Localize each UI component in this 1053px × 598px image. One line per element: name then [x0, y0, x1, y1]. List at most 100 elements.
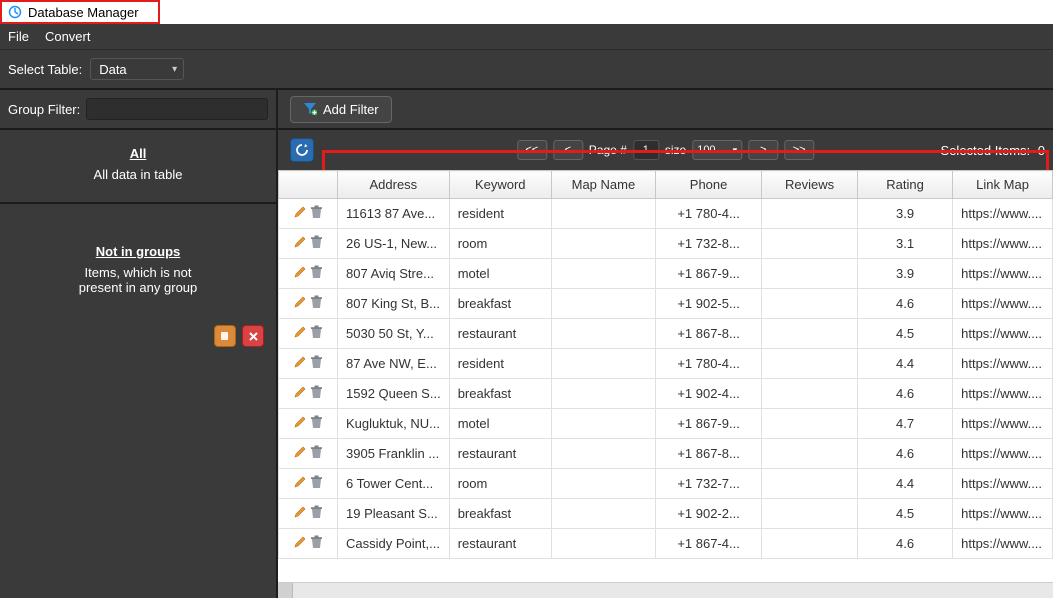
- edit-icon[interactable]: [293, 265, 307, 282]
- table-row[interactable]: 6 Tower Cent...room+1 732-7...4.4https:/…: [279, 469, 1053, 499]
- cell-reviews: [762, 319, 858, 349]
- cell-mapname: [551, 319, 655, 349]
- pager-last-button[interactable]: >>: [784, 140, 814, 160]
- cell-phone: +1 902-4...: [656, 379, 762, 409]
- table-row[interactable]: 807 Aviq Stre...motel+1 867-9...3.9https…: [279, 259, 1053, 289]
- data-table-wrap[interactable]: AddressKeywordMap NamePhoneReviewsRating…: [278, 170, 1053, 582]
- cell-reviews: [762, 199, 858, 229]
- pager-page-input[interactable]: [633, 140, 659, 160]
- cell-mapname: [551, 409, 655, 439]
- menubar: File Convert: [0, 24, 1053, 50]
- edit-icon[interactable]: [293, 205, 307, 222]
- cell-reviews: [762, 229, 858, 259]
- delete-icon[interactable]: [310, 265, 323, 282]
- col-header-map-name[interactable]: Map Name: [551, 171, 655, 199]
- cell-address: 87 Ave NW, E...: [338, 349, 450, 379]
- delete-icon[interactable]: [310, 205, 323, 222]
- table-row[interactable]: Kugluktuk, NU...motel+1 867-9...4.7https…: [279, 409, 1053, 439]
- cell-address: Cassidy Point,...: [338, 529, 450, 559]
- select-table-label: Select Table:: [8, 62, 82, 77]
- cell-phone: +1 867-9...: [656, 259, 762, 289]
- col-header-link-map[interactable]: Link Map: [953, 171, 1053, 199]
- edit-icon[interactable]: [293, 235, 307, 252]
- delete-icon[interactable]: [310, 415, 323, 432]
- cell-rating: 4.6: [858, 529, 953, 559]
- menu-convert[interactable]: Convert: [45, 29, 91, 44]
- cell-keyword: restaurant: [449, 319, 551, 349]
- pager-next-button[interactable]: >: [748, 140, 778, 160]
- cell-reviews: [762, 469, 858, 499]
- group-filter-row: Group Filter:: [0, 90, 276, 130]
- cell-keyword: resident: [449, 349, 551, 379]
- col-header-rating[interactable]: Rating: [858, 171, 953, 199]
- col-header-keyword[interactable]: Keyword: [449, 171, 551, 199]
- cell-rating: 3.9: [858, 259, 953, 289]
- horizontal-scrollbar[interactable]: [278, 582, 1053, 598]
- pager-first-button[interactable]: <<: [517, 140, 547, 160]
- table-row[interactable]: 87 Ave NW, E...resident+1 780-4...4.4htt…: [279, 349, 1053, 379]
- table-row[interactable]: 11613 87 Ave...resident+1 780-4...3.9htt…: [279, 199, 1053, 229]
- table-row[interactable]: 807 King St, B...breakfast+1 902-5...4.6…: [279, 289, 1053, 319]
- edit-icon[interactable]: [293, 295, 307, 312]
- cell-mapname: [551, 469, 655, 499]
- col-header-actions[interactable]: [279, 171, 338, 199]
- delete-icon[interactable]: [310, 385, 323, 402]
- edit-icon[interactable]: [293, 475, 307, 492]
- menu-file[interactable]: File: [8, 29, 29, 44]
- select-table-dropdown[interactable]: Data: [90, 58, 184, 80]
- cell-link: https://www....: [953, 439, 1053, 469]
- sidebar-delete-button[interactable]: [242, 325, 264, 347]
- cell-rating: 4.7: [858, 409, 953, 439]
- add-filter-button[interactable]: Add Filter: [290, 96, 392, 123]
- table-row[interactable]: 26 US-1, New...room+1 732-8...3.1https:/…: [279, 229, 1053, 259]
- edit-icon[interactable]: [293, 505, 307, 522]
- table-row[interactable]: 1592 Queen S...breakfast+1 902-4...4.6ht…: [279, 379, 1053, 409]
- edit-icon[interactable]: [293, 415, 307, 432]
- cell-link: https://www....: [953, 349, 1053, 379]
- edit-icon[interactable]: [293, 355, 307, 372]
- pager-size-select[interactable]: 100 ▾: [692, 140, 742, 160]
- group-filter-input[interactable]: [86, 98, 268, 120]
- delete-icon[interactable]: [310, 295, 323, 312]
- cell-phone: +1 867-8...: [656, 319, 762, 349]
- cell-rating: 4.6: [858, 379, 953, 409]
- delete-icon[interactable]: [310, 235, 323, 252]
- table-row[interactable]: 5030 50 St, Y...restaurant+1 867-8...4.5…: [279, 319, 1053, 349]
- pager-controls: << < Page # size 100 ▾ > >>: [517, 140, 814, 160]
- cell-address: 807 King St, B...: [338, 289, 450, 319]
- table-row[interactable]: 3905 Franklin ...restaurant+1 867-8...4.…: [279, 439, 1053, 469]
- delete-icon[interactable]: [310, 475, 323, 492]
- sidebar-copy-button[interactable]: [214, 325, 236, 347]
- sidebar-all-section[interactable]: All All data in table: [0, 130, 276, 204]
- refresh-button[interactable]: [290, 138, 314, 162]
- table-row[interactable]: 19 Pleasant S...breakfast+1 902-2...4.5h…: [279, 499, 1053, 529]
- cell-link: https://www....: [953, 409, 1053, 439]
- pager-prev-button[interactable]: <: [553, 140, 583, 160]
- table-row[interactable]: Cassidy Point,...restaurant+1 867-4...4.…: [279, 529, 1053, 559]
- delete-icon[interactable]: [310, 535, 323, 552]
- pager-size-label: size: [665, 143, 686, 157]
- delete-icon[interactable]: [310, 505, 323, 522]
- edit-icon[interactable]: [293, 445, 307, 462]
- cell-mapname: [551, 379, 655, 409]
- pager-page-label: Page #: [589, 143, 627, 157]
- cell-keyword: room: [449, 469, 551, 499]
- cell-phone: +1 780-4...: [656, 349, 762, 379]
- delete-icon[interactable]: [310, 445, 323, 462]
- cell-link: https://www....: [953, 469, 1053, 499]
- col-header-address[interactable]: Address: [338, 171, 450, 199]
- cell-address: 807 Aviq Stre...: [338, 259, 450, 289]
- cell-keyword: motel: [449, 259, 551, 289]
- cell-link: https://www....: [953, 319, 1053, 349]
- cell-reviews: [762, 409, 858, 439]
- col-header-phone[interactable]: Phone: [656, 171, 762, 199]
- delete-icon[interactable]: [310, 325, 323, 342]
- sidebar-notingroups-section[interactable]: Not in groups Items, which is not presen…: [0, 204, 276, 315]
- cell-phone: +1 867-8...: [656, 439, 762, 469]
- edit-icon[interactable]: [293, 385, 307, 402]
- edit-icon[interactable]: [293, 535, 307, 552]
- col-header-reviews[interactable]: Reviews: [762, 171, 858, 199]
- cell-mapname: [551, 229, 655, 259]
- edit-icon[interactable]: [293, 325, 307, 342]
- delete-icon[interactable]: [310, 355, 323, 372]
